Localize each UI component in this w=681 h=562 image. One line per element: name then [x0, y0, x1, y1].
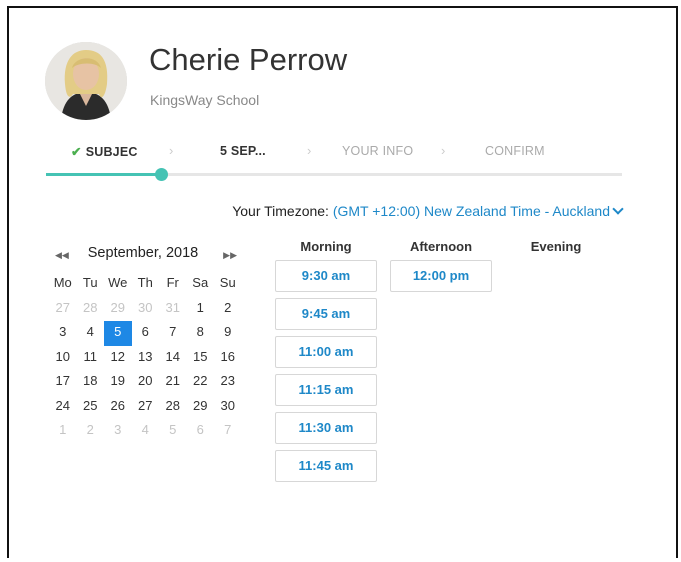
calendar-day[interactable]: 2: [214, 297, 242, 322]
progress-handle: [155, 168, 169, 181]
calendar-day[interactable]: 14: [159, 346, 187, 371]
calendar-day-outside: 4: [141, 422, 149, 437]
time-slot-button[interactable]: 11:30 am: [275, 412, 377, 444]
calendar-day-outside: 1: [59, 422, 67, 437]
calendar-day[interactable]: 25: [77, 395, 105, 420]
weekday-label: Sa: [192, 275, 209, 290]
afternoon-header: Afternoon: [409, 239, 473, 254]
calendar-month: September, 2018: [87, 245, 199, 261]
time-slot-button[interactable]: 11:15 am: [275, 374, 377, 406]
calendar-day[interactable]: 26: [104, 395, 132, 420]
calendar-day[interactable]: 8: [187, 321, 215, 346]
calendar-day-outside: 2: [86, 422, 94, 437]
time-slot-button[interactable]: 11:45 am: [275, 450, 377, 482]
step-confirm[interactable]: CONFIRM: [485, 144, 545, 158]
calendar-day[interactable]: 27: [132, 395, 160, 420]
avatar: [45, 42, 127, 120]
timezone-row: Your Timezone: (GMT +12:00) New Zealand …: [232, 203, 624, 219]
weekday-label: Fr: [166, 275, 179, 290]
calendar-day[interactable]: 11: [77, 346, 105, 371]
calendar-day[interactable]: 4: [77, 321, 105, 346]
next-month-icon[interactable]: ▶▶: [223, 250, 237, 261]
timezone-select[interactable]: (GMT +12:00) New Zealand Time - Auckland: [332, 203, 624, 219]
weekday-label: We: [108, 275, 128, 290]
teacher-name: Cherie Perrow: [149, 42, 348, 77]
chevron-down-icon: [612, 203, 624, 215]
calendar-day[interactable]: 3: [49, 321, 77, 346]
chevron-right-icon: ›: [441, 143, 446, 158]
calendar-day[interactable]: 12: [104, 346, 132, 371]
calendar-day[interactable]: 18: [77, 370, 105, 395]
calendar-day[interactable]: 19: [104, 370, 132, 395]
calendar-day[interactable]: 5: [104, 321, 132, 346]
calendar-day[interactable]: 1: [187, 297, 215, 322]
calendar-week: 10 11 12 13 14 15 16: [49, 346, 242, 371]
chevron-right-icon: ›: [307, 143, 312, 158]
organization-name: KingsWay School: [150, 92, 260, 108]
calendar-day[interactable]: 9: [214, 321, 242, 346]
calendar-day[interactable]: 6: [132, 321, 160, 346]
timezone-value: (GMT +12:00) New Zealand Time - Auckland: [332, 203, 610, 219]
calendar-day-outside: 30: [138, 299, 153, 315]
calendar-day-outside: 6: [196, 422, 204, 437]
step-label: CONFIRM: [485, 144, 545, 158]
booking-widget: Cherie Perrow KingsWay School ✔ SUBJEC › …: [7, 6, 678, 558]
calendar-day-outside: 31: [165, 299, 180, 315]
calendar-header: ◀◀ September, 2018 ▶▶: [49, 245, 237, 265]
step-subject[interactable]: ✔ SUBJEC: [71, 144, 138, 159]
calendar-day-outside: 28: [83, 299, 98, 315]
calendar-day[interactable]: 24: [49, 395, 77, 420]
calendar-day[interactable]: 21: [159, 370, 187, 395]
evening-header: Evening: [530, 239, 582, 254]
calendar-day[interactable]: 16: [214, 346, 242, 371]
calendar-day[interactable]: 30: [214, 395, 242, 420]
calendar-day[interactable]: 23: [214, 370, 242, 395]
time-slot-button[interactable]: 9:30 am: [275, 260, 377, 292]
weekday-label: Su: [219, 275, 236, 290]
chevron-right-icon: ›: [169, 143, 174, 158]
calendar-day[interactable]: 17: [49, 370, 77, 395]
time-slot-button[interactable]: 12:00 pm: [390, 260, 492, 292]
calendar-day-outside: 3: [114, 422, 122, 437]
calendar-day-outside: 27: [55, 299, 70, 315]
calendar-day[interactable]: 22: [187, 370, 215, 395]
step-your-info[interactable]: YOUR INFO: [342, 144, 413, 158]
calendar-day[interactable]: 13: [132, 346, 160, 371]
morning-header: Morning: [300, 239, 352, 254]
calendar-day[interactable]: 15: [187, 346, 215, 371]
checkmark-icon: ✔: [71, 145, 82, 159]
weekday-label: Mo: [53, 275, 72, 290]
time-slot-button[interactable]: 11:00 am: [275, 336, 377, 368]
calendar-day[interactable]: 28: [159, 395, 187, 420]
calendar-day[interactable]: 7: [159, 321, 187, 346]
calendar-week: 3456789: [49, 321, 242, 346]
progress-bar: [46, 168, 622, 181]
calendar-day[interactable]: 10: [49, 346, 77, 371]
calendar-day-outside: 5: [169, 422, 177, 437]
timezone-label: Your Timezone:: [232, 203, 329, 219]
time-slot-button[interactable]: 9:45 am: [275, 298, 377, 330]
calendar-week: 17 18 19 20 21 22 23: [49, 370, 242, 395]
weekday-label: Tu: [82, 275, 98, 290]
calendar-week: 27 28 29 30 31 1 2: [49, 297, 242, 322]
calendar-week: 24 25 26 27 28 29 30: [49, 395, 242, 420]
step-label: SUBJEC: [85, 145, 138, 159]
step-label: 5 SEP...: [220, 144, 266, 158]
calendar-grid: Mo Tu We Th Fr Sa Su 27 28 29 30 31 1 2 3 4 5 6 7 8 9 10 11 12 1…: [49, 272, 242, 444]
calendar-day-outside: 29: [110, 299, 125, 315]
calendar-day[interactable]: 29: [187, 395, 215, 420]
calendar-week: 1 2 3 4 5 6 7: [49, 419, 242, 444]
calendar-day-outside: 7: [224, 422, 232, 437]
weekday-label: Th: [137, 275, 153, 290]
step-date[interactable]: 5 SEP...: [220, 144, 266, 158]
step-label: YOUR INFO: [342, 144, 414, 158]
progress-fill: [46, 173, 162, 176]
calendar-day[interactable]: 20: [132, 370, 160, 395]
